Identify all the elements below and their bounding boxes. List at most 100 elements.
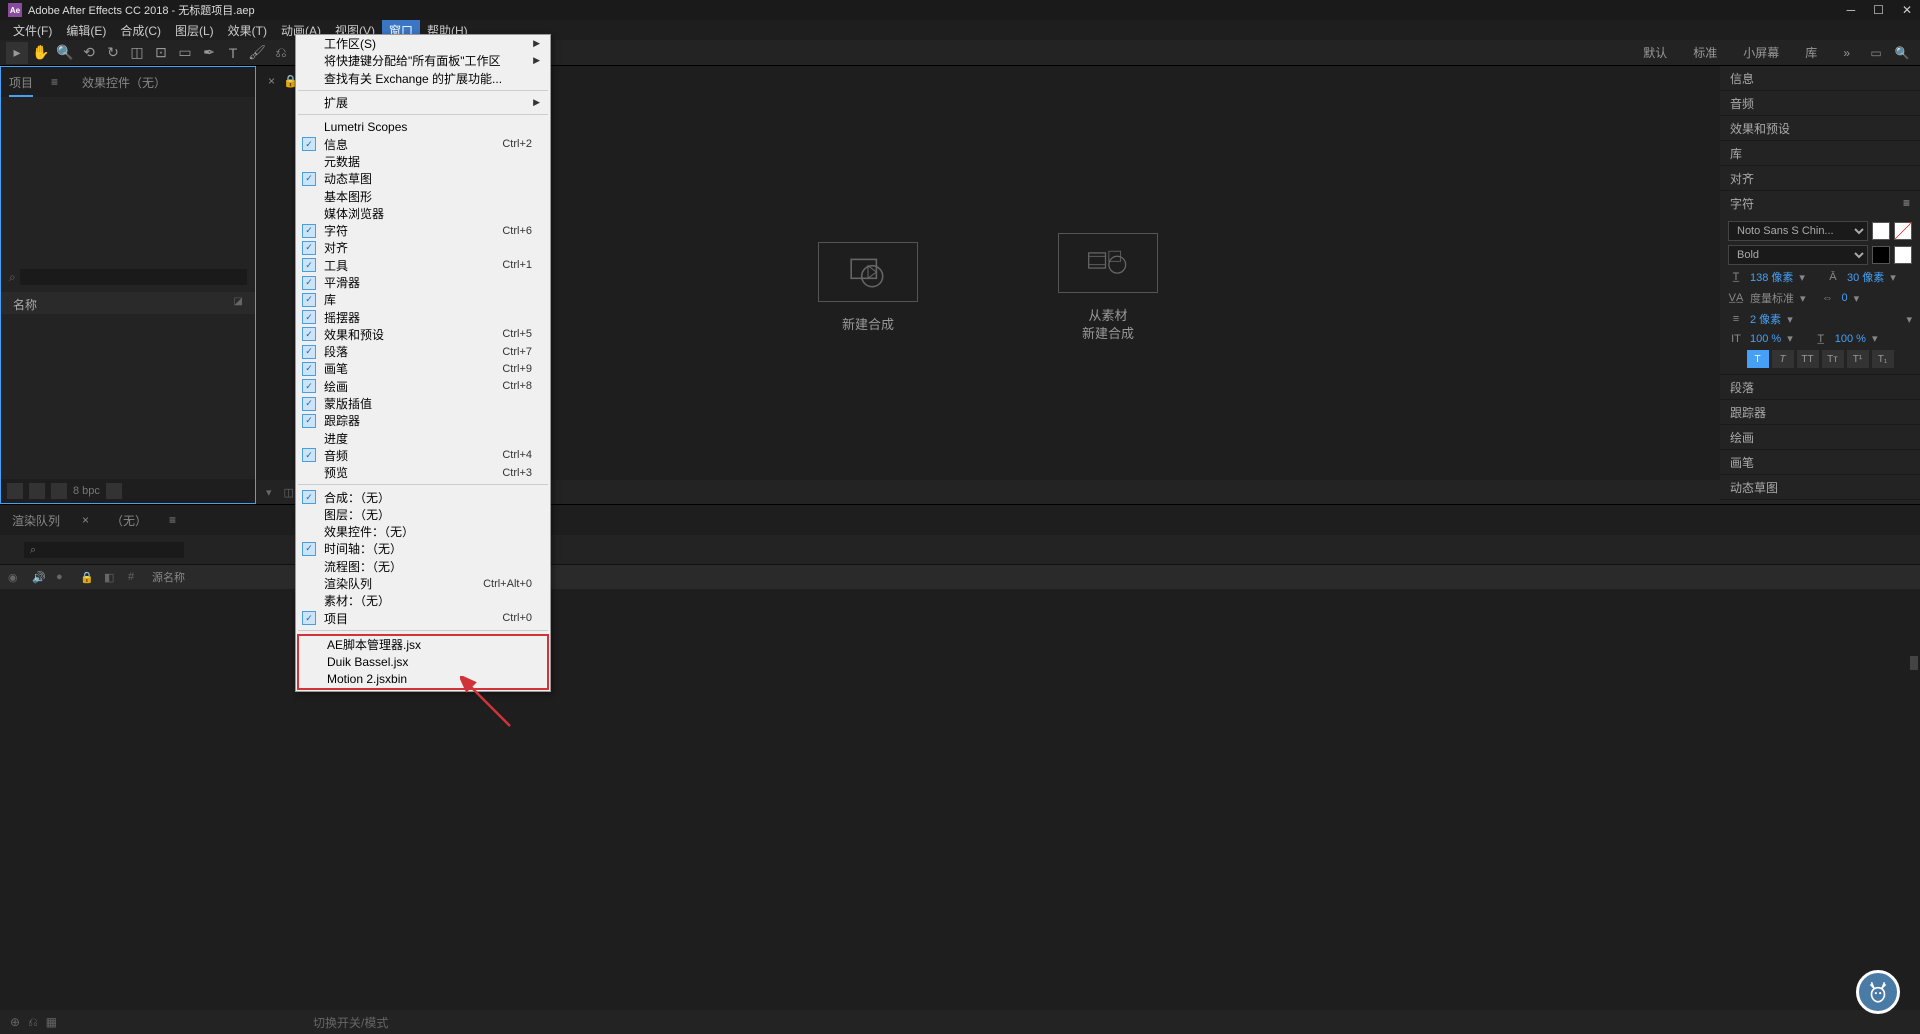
rotation-tool[interactable]: ↻	[102, 42, 124, 64]
smallcaps-button[interactable]: Tᴛ	[1822, 350, 1844, 368]
menu-item[interactable]: ✓合成：（无）	[296, 488, 550, 505]
menu-item[interactable]: ✓音频Ctrl+4	[296, 447, 550, 464]
timeline-search-input[interactable]	[24, 542, 184, 558]
menu-item[interactable]: ✓效果和预设Ctrl+5	[296, 326, 550, 343]
tab-menu-icon[interactable]: ≡	[169, 513, 176, 527]
menu-item[interactable]: 预览Ctrl+3	[296, 464, 550, 481]
interpret-icon[interactable]	[7, 483, 23, 499]
pen-tool[interactable]: ✒	[198, 42, 220, 64]
menu-item[interactable]: ✓动态草图	[296, 170, 550, 187]
tab-none[interactable]: （无）	[111, 512, 147, 529]
subscript-button[interactable]: T₁	[1872, 350, 1894, 368]
brush-tool[interactable]: 🖌	[246, 42, 268, 64]
panel-tracker[interactable]: 跟踪器	[1720, 400, 1920, 424]
minimize-button[interactable]: ─	[1847, 3, 1856, 17]
col-source-name[interactable]: 源名称	[152, 569, 185, 585]
menu-item[interactable]: 扩展▶	[296, 94, 550, 111]
menu-1[interactable]: 编辑(E)	[59, 20, 113, 41]
hand-tool[interactable]: ✋	[30, 42, 52, 64]
font-size-value[interactable]: 138 像素	[1750, 269, 1793, 285]
folder-icon[interactable]	[29, 483, 45, 499]
hscale-value[interactable]: 100 %	[1835, 333, 1866, 345]
menu-item-script[interactable]: Motion 2.jsxbin	[299, 670, 547, 687]
leading-value[interactable]: 30 像素	[1847, 269, 1884, 285]
menu-item-script[interactable]: AE脚本管理器.jsx	[299, 636, 547, 653]
swatch-white[interactable]	[1894, 246, 1912, 264]
italic-button[interactable]: T	[1772, 350, 1794, 368]
panel-brush[interactable]: 画笔	[1720, 450, 1920, 474]
menu-item[interactable]: 工作区(S)▶	[296, 35, 550, 52]
panel-audio[interactable]: 音频	[1720, 91, 1920, 115]
menu-item[interactable]: ✓绘画Ctrl+8	[296, 378, 550, 395]
type-tool[interactable]: T	[222, 42, 244, 64]
menu-item[interactable]: 素材：（无）	[296, 592, 550, 609]
menu-item[interactable]: ✓画笔Ctrl+9	[296, 360, 550, 377]
panel-paragraph[interactable]: 段落	[1720, 375, 1920, 399]
swatch-black[interactable]	[1872, 246, 1890, 264]
menu-item[interactable]: ✓工具Ctrl+1	[296, 257, 550, 274]
maximize-button[interactable]: ☐	[1873, 3, 1884, 17]
number-icon[interactable]: #	[128, 571, 142, 583]
col-name[interactable]: 名称	[13, 296, 37, 310]
switches-modes-label[interactable]: 切换开关/模式	[313, 1014, 388, 1031]
selection-tool[interactable]: ▸	[6, 42, 28, 64]
solo-icon[interactable]: ●	[56, 571, 70, 583]
menu-item-script[interactable]: Duik Bassel.jsx	[299, 653, 547, 670]
tab-project[interactable]: 项目	[9, 74, 33, 91]
project-list[interactable]	[1, 314, 255, 479]
menu-2[interactable]: 合成(C)	[113, 20, 168, 41]
menu-4[interactable]: 效果(T)	[221, 20, 274, 41]
close-button[interactable]: ✕	[1902, 3, 1912, 17]
menu-item[interactable]: ✓库	[296, 291, 550, 308]
panel-info[interactable]: 信息	[1720, 66, 1920, 90]
font-weight-select[interactable]: Bold	[1728, 245, 1868, 265]
menu-item[interactable]: ✓字符Ctrl+6	[296, 222, 550, 239]
zoom-tool[interactable]: 🔍	[54, 42, 76, 64]
lock-icon[interactable]: 🔒	[80, 571, 94, 584]
kerning-value[interactable]: 度量标准	[1750, 290, 1794, 306]
camera-tool[interactable]: ◫	[126, 42, 148, 64]
menu-item[interactable]: 元数据	[296, 153, 550, 170]
panel-effects[interactable]: 效果和预设	[1720, 116, 1920, 140]
menu-item[interactable]: Lumetri Scopes	[296, 118, 550, 135]
menu-item[interactable]: 基本图形	[296, 187, 550, 204]
tracking-value[interactable]: 0	[1842, 292, 1848, 304]
panel-align[interactable]: 对齐	[1720, 166, 1920, 190]
menu-item[interactable]: ✓时间轴：（无）	[296, 540, 550, 557]
workspace-small[interactable]: 小屏幕	[1731, 44, 1791, 61]
vscale-value[interactable]: 100 %	[1750, 333, 1781, 345]
comp-icon[interactable]	[51, 483, 67, 499]
tab-close-icon[interactable]: ×	[82, 513, 89, 527]
snap-icon[interactable]: ▭	[1864, 43, 1888, 63]
menu-item[interactable]: ✓项目Ctrl+0	[296, 610, 550, 627]
menu-item[interactable]: ✓摇摆器	[296, 308, 550, 325]
allcaps-button[interactable]: TT	[1797, 350, 1819, 368]
timeline-body[interactable]	[0, 589, 1920, 1010]
audio-icon[interactable]: 🔊	[32, 571, 46, 584]
menu-item[interactable]: 将快捷键分配给"所有面板"工作区▶	[296, 52, 550, 69]
pan-behind-tool[interactable]: ⊡	[150, 42, 172, 64]
shy-icon[interactable]: ⎌	[28, 1015, 38, 1030]
label-icon[interactable]: ◪	[234, 296, 243, 310]
panel-library[interactable]: 库	[1720, 141, 1920, 165]
from-footage-card[interactable]: 从素材新建合成	[1058, 233, 1158, 343]
zoom-dropdown[interactable]: ▾	[266, 486, 272, 499]
workspace-more[interactable]: »	[1831, 46, 1862, 60]
bpc-label[interactable]: 8 bpc	[73, 485, 100, 497]
tab-effect-controls[interactable]: 效果控件（无）	[82, 74, 166, 91]
workspace-standard[interactable]: 标准	[1681, 44, 1729, 61]
menu-0[interactable]: 文件(F)	[6, 20, 59, 41]
tab-menu-icon[interactable]: ≡	[51, 75, 58, 89]
eye-icon[interactable]: ◉	[8, 571, 22, 584]
menu-item[interactable]: 渲染队列Ctrl+Alt+0	[296, 575, 550, 592]
menu-item[interactable]: 查找有关 Exchange 的扩展功能...	[296, 70, 550, 87]
stroke-width-value[interactable]: 2 像素	[1750, 311, 1781, 327]
menu-item[interactable]: 进度	[296, 430, 550, 447]
menu-item[interactable]: ✓段落Ctrl+7	[296, 343, 550, 360]
new-comp-card[interactable]: 新建合成	[818, 242, 918, 334]
panel-character[interactable]: 字符≡	[1720, 191, 1920, 215]
rect-tool[interactable]: ▭	[174, 42, 196, 64]
menu-item[interactable]: 效果控件：（无）	[296, 523, 550, 540]
panel-paint[interactable]: 绘画	[1720, 425, 1920, 449]
panel-motionsketch[interactable]: 动态草图	[1720, 475, 1920, 499]
